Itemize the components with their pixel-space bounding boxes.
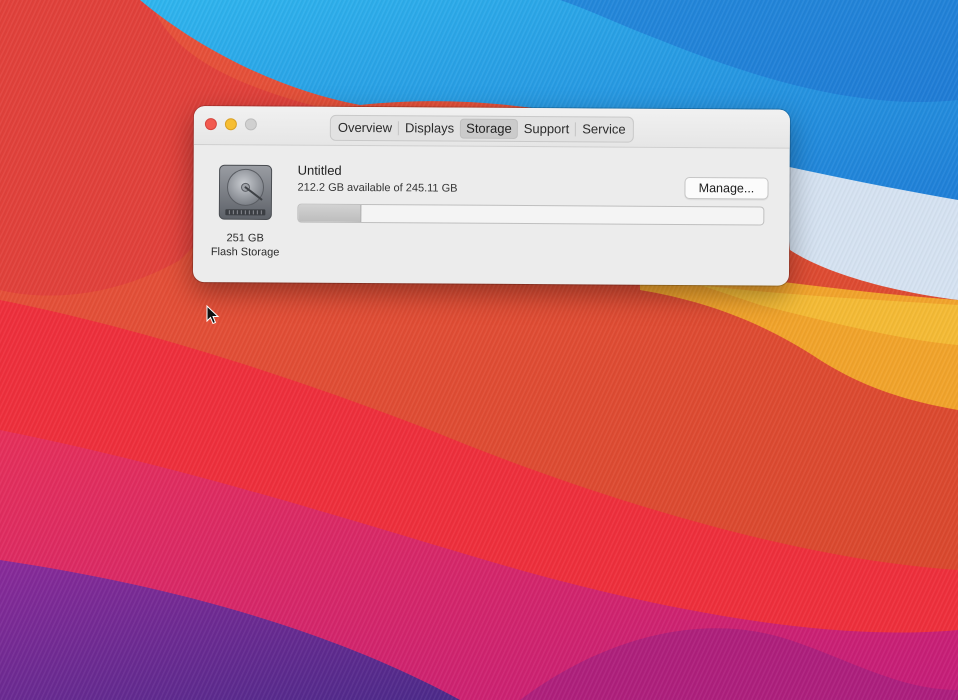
- window-titlebar[interactable]: Overview Displays Storage Support Servic…: [193, 106, 790, 149]
- arrow-pointer-icon: [206, 305, 220, 325]
- disk-caption: 251 GB Flash Storage: [197, 231, 293, 260]
- tab-storage[interactable]: Storage: [460, 118, 518, 139]
- tab-bar: Overview Displays Storage Support Servic…: [329, 114, 634, 143]
- volume-available-text: 212.2 GB available of 245.11 GB: [297, 181, 458, 195]
- about-this-mac-window: Overview Displays Storage Support Servic…: [192, 106, 790, 286]
- storage-used-segment: [298, 204, 362, 223]
- storage-pane: 251 GB Flash Storage Untitled 212.2 GB a…: [193, 145, 790, 286]
- minimize-window-button[interactable]: [224, 118, 237, 131]
- close-window-button[interactable]: [204, 118, 217, 131]
- volume-name: Untitled: [297, 162, 342, 178]
- disk-type-label: Flash Storage: [210, 246, 280, 259]
- zoom-window-button[interactable]: [244, 118, 257, 131]
- storage-usage-bar: [297, 203, 765, 226]
- manage-button[interactable]: Manage...: [684, 176, 769, 200]
- tab-displays[interactable]: Displays: [399, 118, 460, 138]
- desktop: Overview Displays Storage Support Servic…: [0, 0, 958, 700]
- tab-service[interactable]: Service: [576, 119, 631, 139]
- disk-size-label: 251 GB: [226, 232, 264, 245]
- hard-drive-icon: [218, 164, 273, 220]
- desktop-wallpaper: [0, 0, 958, 700]
- tab-support[interactable]: Support: [518, 119, 576, 139]
- tab-overview[interactable]: Overview: [332, 118, 398, 138]
